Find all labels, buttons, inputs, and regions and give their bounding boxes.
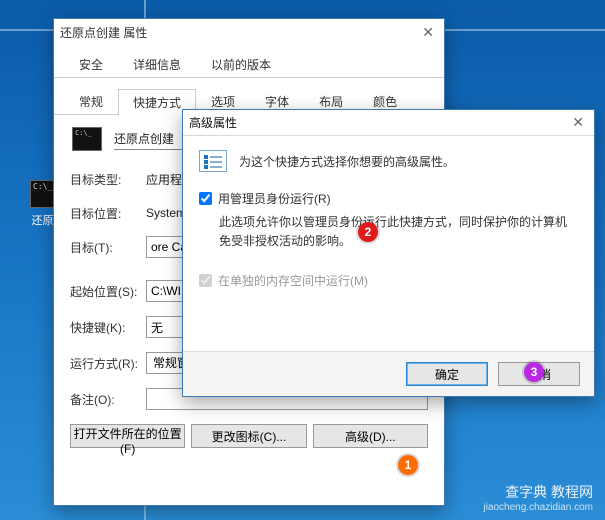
advanced-header-text: 为这个快捷方式选择你想要的高级属性。 [239, 153, 455, 170]
properties-title: 还原点创建 属性 [60, 24, 147, 41]
ok-button[interactable]: 确定 [406, 362, 488, 386]
open-file-location-button[interactable]: 打开文件所在的位置(F) [70, 424, 185, 448]
run-as-admin-row[interactable]: 用管理员身份运行(R) [199, 190, 578, 207]
target-type-label: 目标类型: [70, 171, 146, 188]
app-cmd-icon [72, 127, 102, 151]
tab-previous-versions[interactable]: 以前的版本 [196, 51, 286, 77]
watermark: 查字典 教程网 jiaocheng.chazidian.com [483, 484, 593, 514]
tab-row-1: 安全 详细信息 以前的版本 [54, 51, 444, 78]
step-badge-2: 2 [358, 222, 378, 242]
advanced-body: 为这个快捷方式选择你想要的高级属性。 用管理员身份运行(R) 此选项允许你以管理… [183, 136, 594, 396]
run-as-admin-desc: 此选项允许你以管理员身份运行此快捷方式，同时保护你的计算机免受非授权活动的影响。 [219, 213, 578, 250]
change-icon-button[interactable]: 更改图标(C)... [191, 424, 306, 448]
advanced-title: 高级属性 [189, 114, 237, 131]
close-icon[interactable]: ✕ [418, 24, 438, 41]
tab-details[interactable]: 详细信息 [118, 51, 196, 77]
start-in-label: 起始位置(S): [70, 283, 146, 300]
step-badge-3: 3 [524, 362, 544, 382]
watermark-main: 查字典 教程网 [483, 484, 593, 502]
shortcut-key-label: 快捷键(K): [70, 319, 146, 336]
separate-memory-label: 在单独的内存空间中运行(M) [218, 272, 368, 289]
separate-memory-row: 在单独的内存空间中运行(M) [199, 272, 578, 289]
advanced-button[interactable]: 高级(D)... [313, 424, 428, 448]
run-as-admin-checkbox[interactable] [199, 192, 212, 205]
run-as-admin-label: 用管理员身份运行(R) [218, 190, 331, 207]
step-badge-1: 1 [398, 455, 418, 475]
close-icon[interactable]: ✕ [568, 114, 588, 131]
tab-security[interactable]: 安全 [64, 51, 118, 77]
list-icon [199, 150, 227, 172]
tab-general[interactable]: 常规 [64, 88, 118, 114]
target-label: 目标(T): [70, 239, 146, 256]
separate-memory-checkbox [199, 274, 212, 287]
target-location-label: 目标位置: [70, 205, 146, 222]
comment-label: 备注(O): [70, 391, 146, 408]
advanced-titlebar[interactable]: 高级属性 ✕ [183, 110, 594, 136]
advanced-dialog: 高级属性 ✕ 为这个快捷方式选择你想要的高级属性。 用管理员身份运行(R) 此选… [182, 109, 595, 397]
properties-titlebar[interactable]: 还原点创建 属性 ✕ [54, 19, 444, 45]
watermark-sub: jiaocheng.chazidian.com [483, 502, 593, 515]
run-label: 运行方式(R): [70, 355, 146, 372]
